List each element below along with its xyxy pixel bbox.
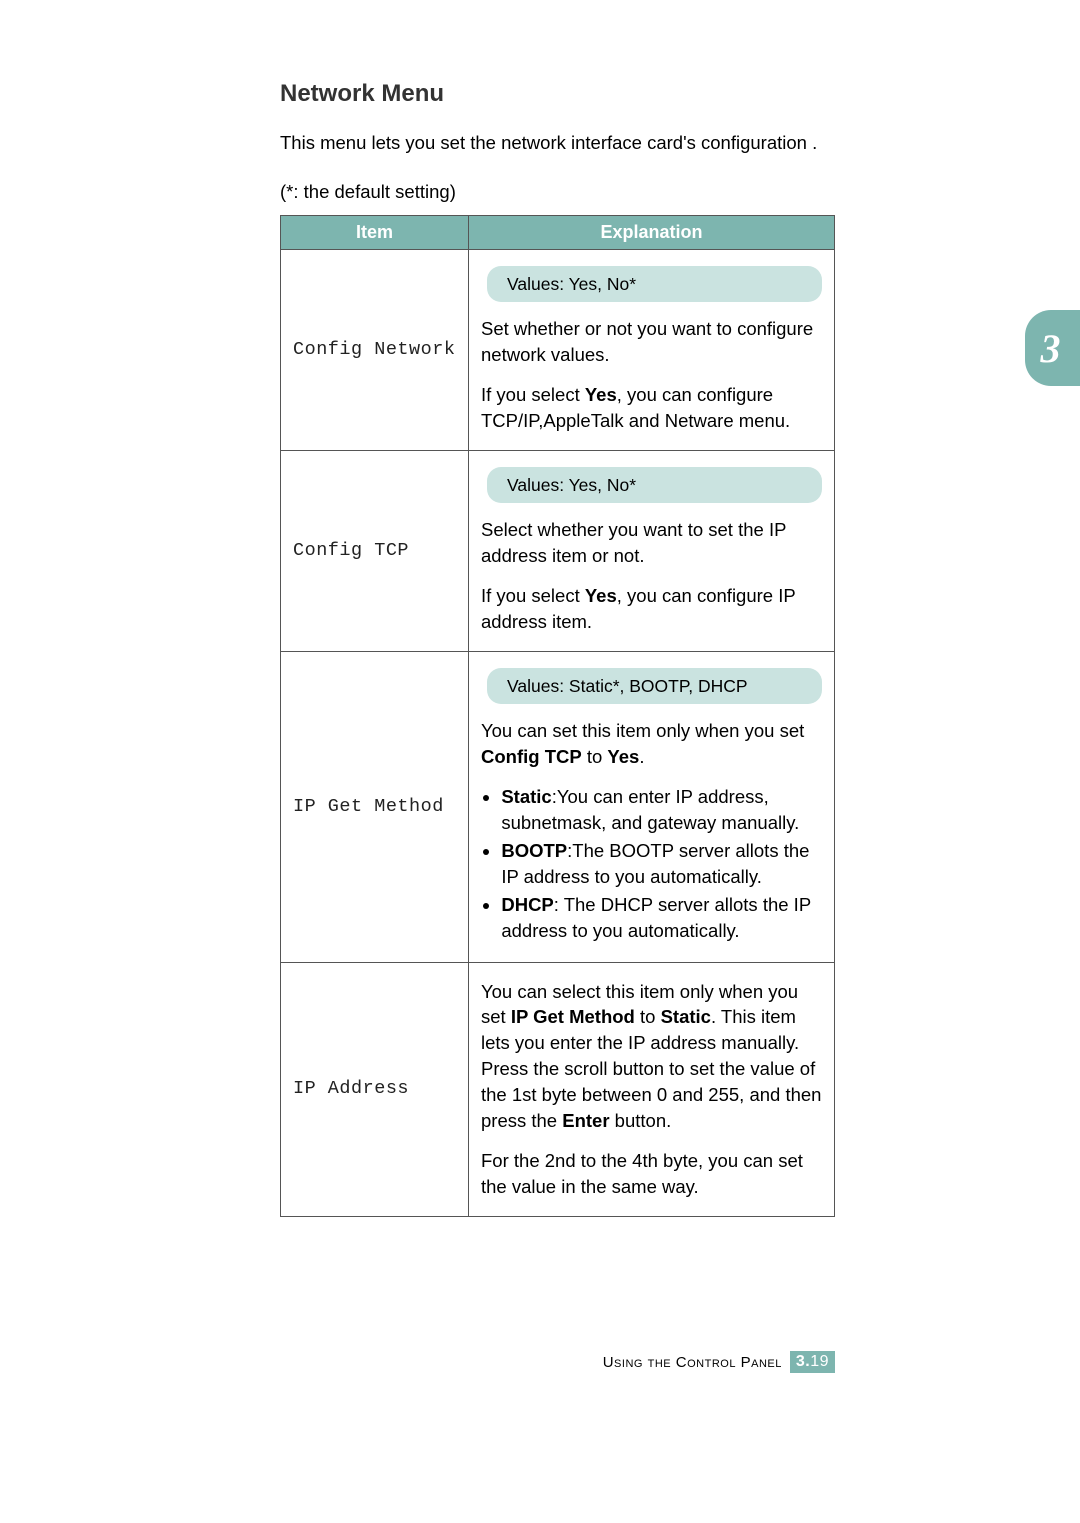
explanation-text: Select whether you want to set the IP ad… bbox=[481, 517, 822, 569]
page-content: Network Menu This menu lets you set the … bbox=[280, 80, 835, 1217]
default-setting-note: (*: the default setting) bbox=[280, 181, 835, 203]
table-row: Config Network Values: Yes, No* Set whet… bbox=[281, 249, 835, 450]
item-ip-get-method: IP Get Method bbox=[281, 651, 469, 962]
explanation-ip-get-method: Values: Static*, BOOTP, DHCP You can set… bbox=[469, 651, 835, 962]
chapter-number: 3 bbox=[1041, 325, 1061, 372]
item-ip-address: IP Address bbox=[281, 962, 469, 1216]
intro-paragraph: This menu lets you set the network inter… bbox=[280, 130, 835, 157]
page-footer: Using the Control Panel 3.19 bbox=[603, 1351, 835, 1373]
list-item: DHCP: The DHCP server allots the IP addr… bbox=[501, 892, 822, 944]
header-explanation: Explanation bbox=[469, 215, 835, 249]
explanation-ip-address: You can select this item only when you s… bbox=[469, 962, 835, 1216]
table-header-row: Item Explanation bbox=[281, 215, 835, 249]
values-pill: Values: Static*, BOOTP, DHCP bbox=[487, 668, 822, 705]
table-row: Config TCP Values: Yes, No* Select wheth… bbox=[281, 450, 835, 651]
list-item: Static:You can enter IP address, subnetm… bbox=[501, 784, 822, 836]
network-menu-table: Item Explanation Config Network Values: … bbox=[280, 215, 835, 1217]
explanation-config-tcp: Values: Yes, No* Select whether you want… bbox=[469, 450, 835, 651]
table-row: IP Get Method Values: Static*, BOOTP, DH… bbox=[281, 651, 835, 962]
header-item: Item bbox=[281, 215, 469, 249]
section-title: Network Menu bbox=[280, 80, 835, 108]
chapter-tab: 3 bbox=[1025, 310, 1080, 386]
footer-section-title: Using the Control Panel bbox=[603, 1354, 782, 1371]
footer-page-number: 3.19 bbox=[790, 1351, 835, 1373]
item-config-network: Config Network bbox=[281, 249, 469, 450]
values-pill: Values: Yes, No* bbox=[487, 266, 822, 303]
explanation-text: Set whether or not you want to configure… bbox=[481, 316, 822, 368]
explanation-text: For the 2nd to the 4th byte, you can set… bbox=[481, 1148, 822, 1200]
bullet-list: Static:You can enter IP address, subnetm… bbox=[481, 784, 822, 943]
item-config-tcp: Config TCP bbox=[281, 450, 469, 651]
explanation-text: You can select this item only when you s… bbox=[481, 979, 822, 1134]
explanation-text: If you select Yes, you can configure IP … bbox=[481, 583, 822, 635]
list-item: BOOTP:The BOOTP server allots the IP add… bbox=[501, 838, 822, 890]
explanation-text: If you select Yes, you can configure TCP… bbox=[481, 382, 822, 434]
table-row: IP Address You can select this item only… bbox=[281, 962, 835, 1216]
explanation-text: You can set this item only when you set … bbox=[481, 718, 822, 770]
values-pill: Values: Yes, No* bbox=[487, 467, 822, 504]
explanation-config-network: Values: Yes, No* Set whether or not you … bbox=[469, 249, 835, 450]
